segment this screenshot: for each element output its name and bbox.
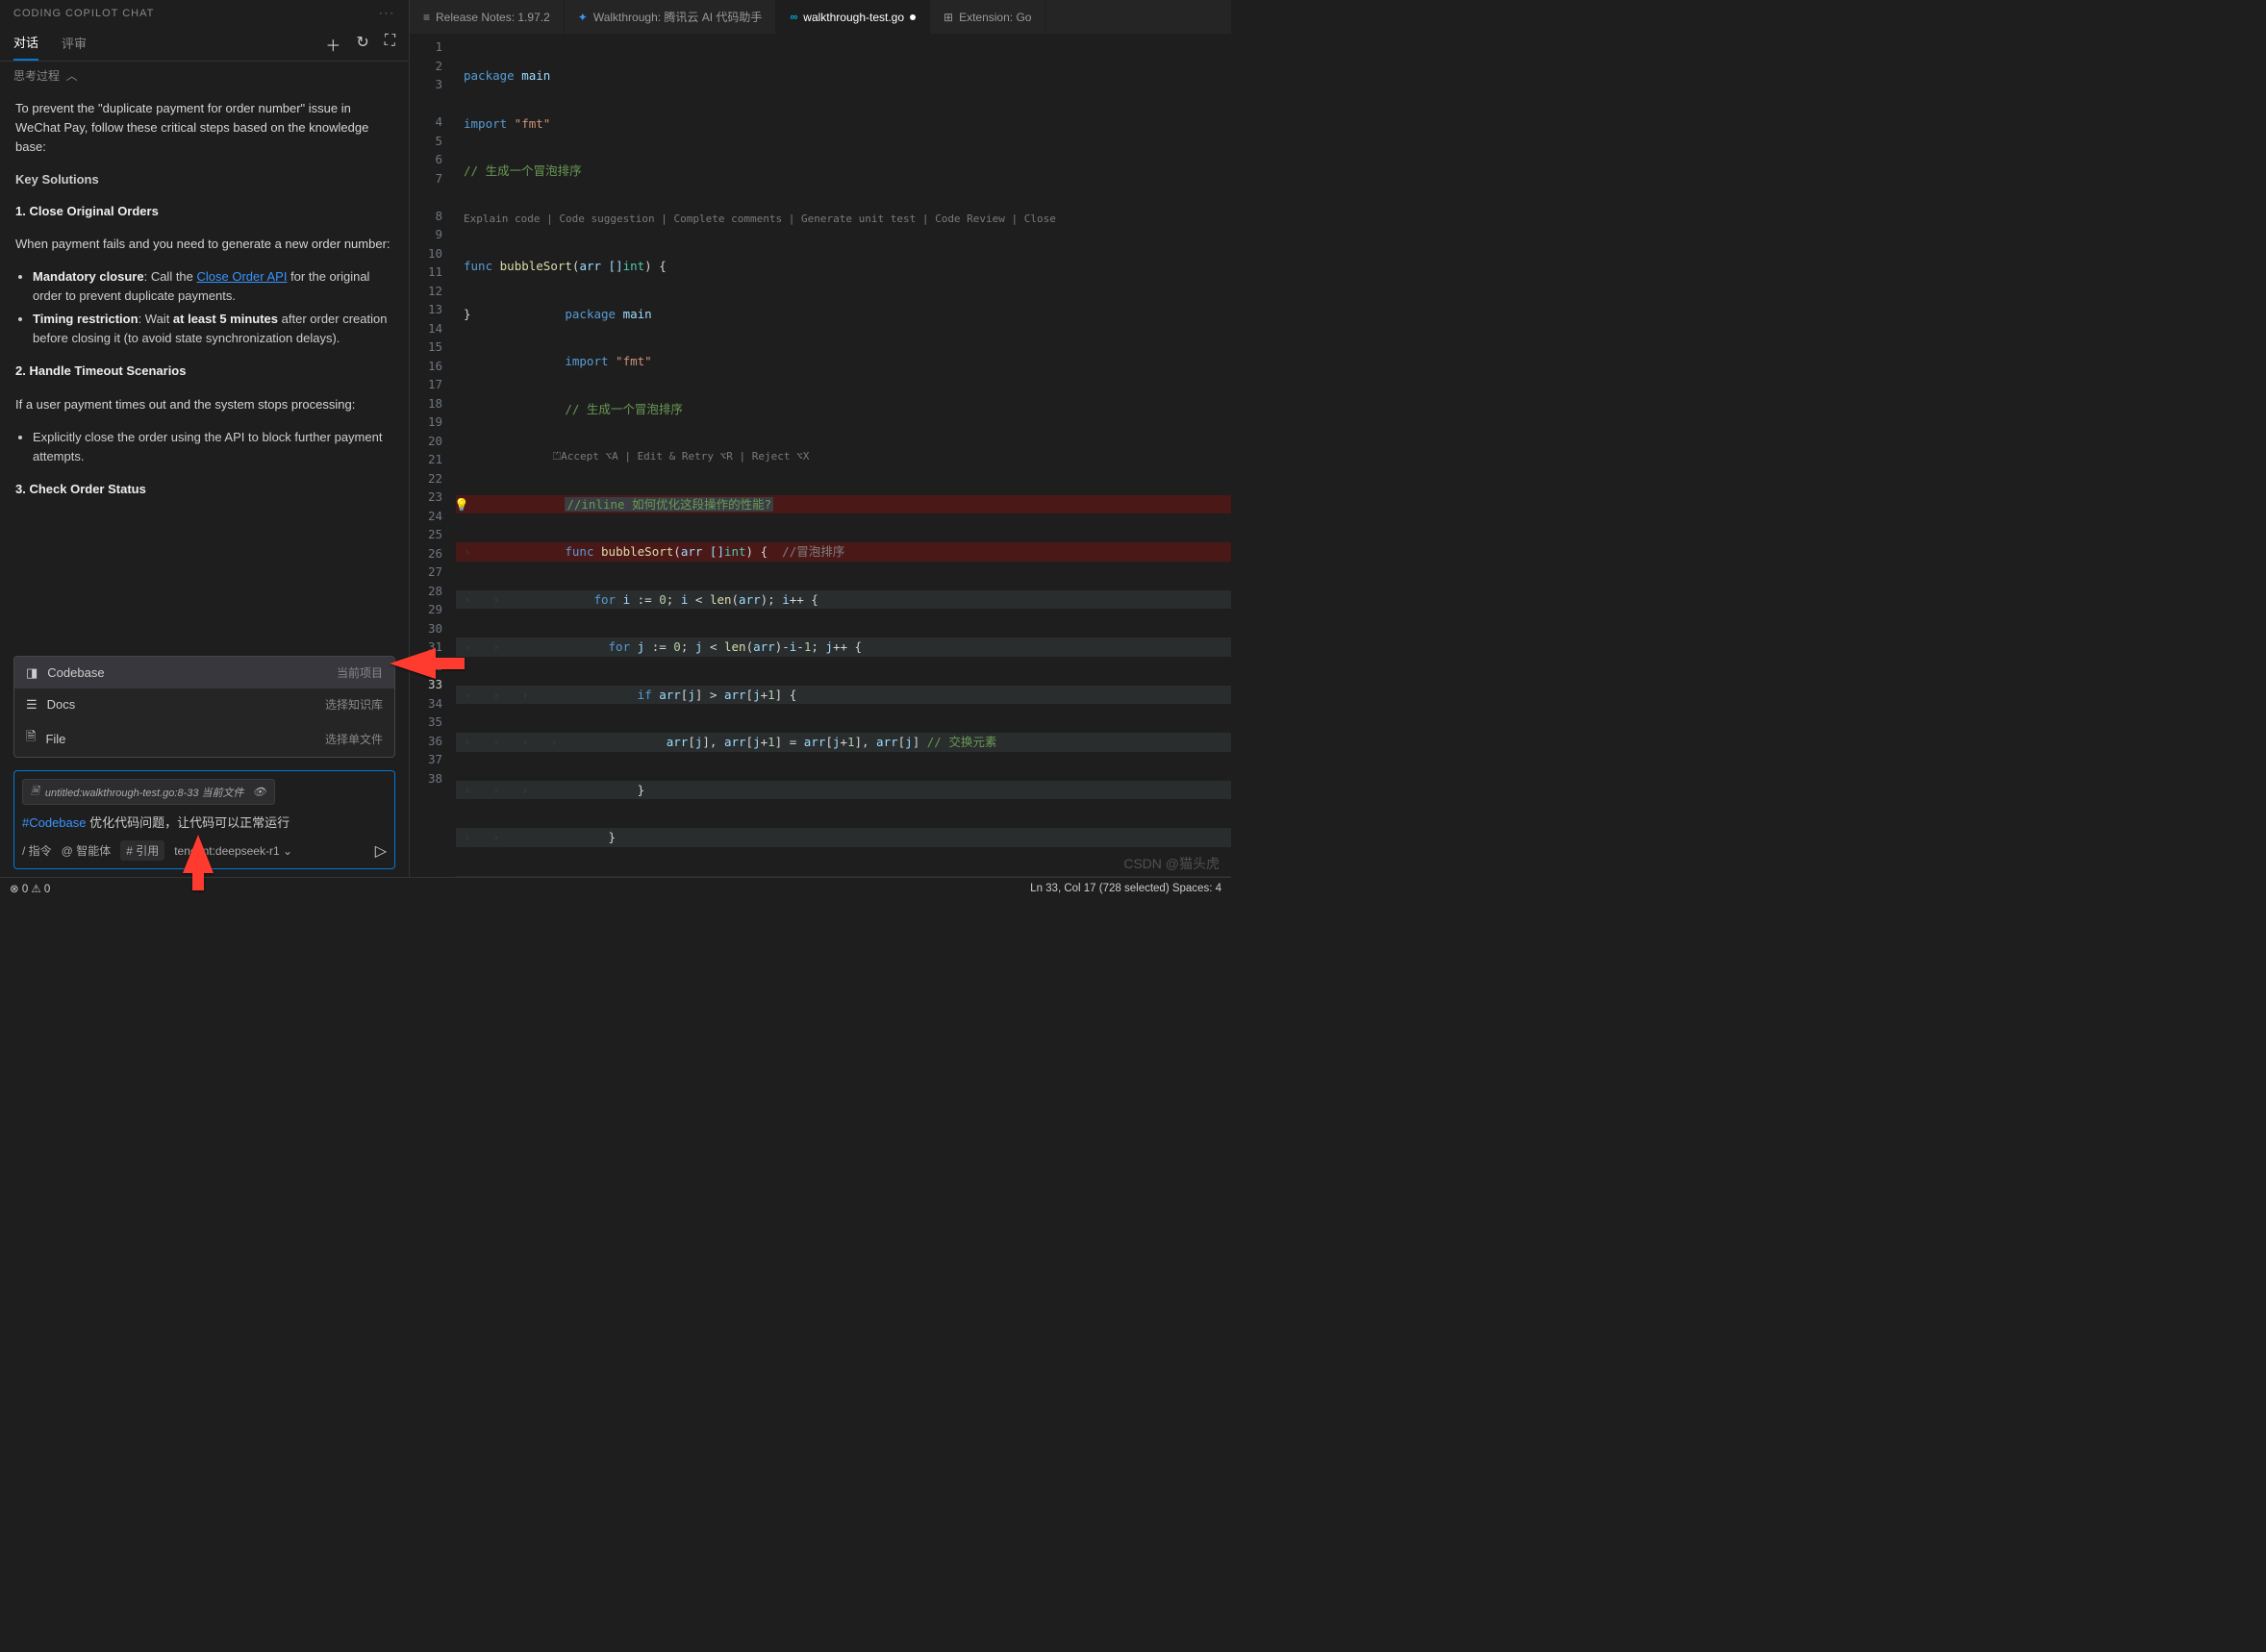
line-gutter: 1234567 8910111213141516 171819202122232… [410,34,456,877]
codebase-icon: ◨ [26,665,38,681]
ref-hint[interactable]: # 引用 [120,840,164,861]
attach-menu: ◨Codebase 当前项目 ☰Docs 选择知识库 🗎File 选择单文件 [13,656,395,758]
expand-icon[interactable]: ⛶ [385,33,395,56]
chat-input[interactable]: 🗎 untitled:walkthrough-test.go:8-33 当前文件… [13,770,395,869]
model-select[interactable]: tencent:deepseek-r1 ⌄ [174,844,292,858]
file-icon: 🗎 [26,728,36,749]
tab-dialog[interactable]: 对话 [13,27,38,61]
statusbar: ⊗ 0 ⚠ 0 Ln 33, Col 17 (728 selected) Spa… [0,877,1231,898]
p-close-orders: When payment fails and you need to gener… [15,235,393,254]
chat-input-text[interactable]: #Codebase 优化代码问题，让代码可以正常运行 [14,809,394,837]
li-timing: Timing restriction: Wait at least 5 minu… [33,310,393,348]
code-body[interactable]: package main import "fmt" // 生成一个冒泡排序 Ex… [456,34,1231,877]
chat-body: To prevent the "duplicate payment for or… [0,89,409,877]
docs-icon: ☰ [26,697,38,713]
link-close-order-api[interactable]: Close Order API [197,269,288,284]
context-chip[interactable]: 🗎 untitled:walkthrough-test.go:8-33 当前文件… [22,779,275,805]
tab-release-notes[interactable]: ≡Release Notes: 1.97.2 [410,0,565,34]
heading-key-solutions: Key Solutions [15,170,393,189]
modified-dot-icon [910,14,916,20]
history-icon[interactable]: ↻ [356,33,368,56]
attach-file[interactable]: 🗎File 选择单文件 [14,720,394,757]
codelens-inline[interactable]: ⏍Accept ⌥A | Edit & Retry ⌥R | Reject ⌥X [456,447,1231,466]
chat-intro: To prevent the "duplicate payment for or… [15,99,393,157]
thinking-toggle[interactable]: 思考过程 ︿ [0,62,409,89]
li-timeout: Explicitly close the order using the API… [33,428,393,466]
heading-timeout: 2. Handle Timeout Scenarios [15,363,186,378]
li-mandatory: Mandatory closure: Call the Close Order … [33,267,393,306]
chat-panel: CODING COPILOT CHAT ··· 对话 评审 ＋ ↻ ⛶ 思考过程… [0,0,410,877]
tab-review[interactable]: 评审 [62,28,87,60]
more-icon[interactable]: ··· [379,8,395,19]
chat-title: CODING COPILOT CHAT [13,8,154,19]
heading-close-orders: 1. Close Original Orders [15,204,159,218]
attach-codebase[interactable]: ◨Codebase 当前项目 [14,657,394,688]
new-chat-icon[interactable]: ＋ [325,33,340,56]
attach-docs[interactable]: ☰Docs 选择知识库 [14,688,394,720]
watermark: CSDN @猫头虎 [1123,854,1220,873]
tab-walkthrough[interactable]: ✦Walkthrough: 腾讯云 AI 代码助手 [565,0,777,34]
tab-ext-go[interactable]: ⊞Extension: Go [930,0,1045,34]
codelens-row[interactable]: Explain code | Code suggestion | Complet… [456,210,1231,229]
status-position[interactable]: Ln 33, Col 17 (728 selected) Spaces: 4 [1030,883,1221,894]
tabs-bar: ≡Release Notes: 1.97.2 ✦Walkthrough: 腾讯云… [410,0,1231,34]
send-icon[interactable]: ▷ [375,841,387,861]
heading-check-status: 3. Check Order Status [15,482,146,496]
status-problems[interactable]: ⊗ 0 ⚠ 0 [10,882,50,895]
agent-hint[interactable]: @ 智能体 [62,842,112,859]
lightbulb-icon[interactable]: 💡 [454,495,469,514]
p-timeout: If a user payment times out and the syst… [15,395,393,414]
editor-area[interactable]: 1234567 8910111213141516 171819202122232… [410,34,1231,877]
tab-test-go[interactable]: ∞walkthrough-test.go [776,0,930,34]
editor-side: ≡Release Notes: 1.97.2 ✦Walkthrough: 腾讯云… [410,0,1231,877]
cmd-hint[interactable]: / 指令 [22,842,52,859]
